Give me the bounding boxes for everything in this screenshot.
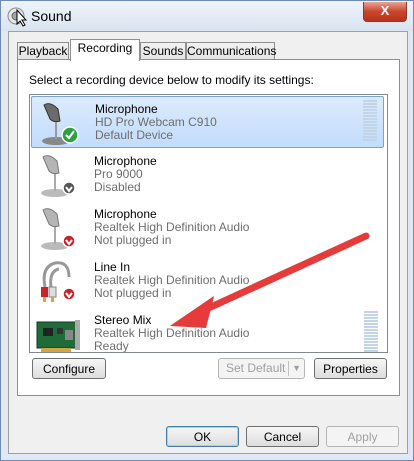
tab-sounds[interactable]: Sounds xyxy=(140,42,186,60)
device-name: Microphone xyxy=(94,154,157,168)
microphone-icon xyxy=(42,103,79,145)
device-item-pro9000-microphone[interactable]: Microphone Pro 9000 Disabled xyxy=(31,149,384,201)
device-description: Realtek High Definition Audio xyxy=(94,273,250,287)
title-bar[interactable]: Sound X xyxy=(1,1,413,31)
device-description: Pro 9000 xyxy=(94,167,143,181)
device-status: Default Device xyxy=(95,128,174,142)
recording-tab-panel: Select a recording device below to modif… xyxy=(17,59,400,396)
device-name: Microphone xyxy=(94,207,157,221)
device-name: Line In xyxy=(94,260,131,274)
device-status: Not plugged in xyxy=(94,286,172,300)
set-default-split-button[interactable]: Set Default ▼ xyxy=(218,358,305,379)
tab-playback[interactable]: Playback xyxy=(17,42,69,60)
dialog-client: Playback Recording Sounds Communications… xyxy=(8,31,408,454)
device-item-stereo-mix[interactable]: Stereo Mix Realtek High Definition Audio… xyxy=(31,308,384,353)
sound-dialog: Sound X Playback Recording Sounds Commun… xyxy=(0,0,414,461)
mouse-cursor-icon xyxy=(16,9,28,27)
device-description: Realtek High Definition Audio xyxy=(94,220,250,234)
line-in-cable-icon xyxy=(41,261,76,302)
device-description: HD Pro Webcam C910 xyxy=(95,115,217,129)
device-name: Microphone xyxy=(95,102,158,116)
sound-card-icon xyxy=(36,320,80,352)
close-icon: X xyxy=(380,3,390,18)
close-button[interactable]: X xyxy=(363,2,407,22)
set-default-label: Set Default xyxy=(226,361,286,375)
microphone-icon xyxy=(41,208,76,250)
device-item-realtek-microphone[interactable]: Microphone Realtek High Definition Audio… xyxy=(31,202,384,254)
chevron-down-icon[interactable]: ▼ xyxy=(292,359,301,378)
configure-button[interactable]: Configure xyxy=(32,358,106,379)
device-status: Ready xyxy=(94,339,129,353)
properties-button[interactable]: Properties xyxy=(314,358,387,379)
window-title: Sound xyxy=(31,8,72,24)
device-item-line-in[interactable]: Line In Realtek High Definition Audio No… xyxy=(31,255,384,307)
device-description: Realtek High Definition Audio xyxy=(94,326,250,340)
device-name: Stereo Mix xyxy=(94,313,152,327)
microphone-icon xyxy=(41,155,76,197)
device-item-webcam-microphone[interactable]: Microphone HD Pro Webcam C910 Default De… xyxy=(31,96,384,148)
tab-recording[interactable]: Recording xyxy=(70,39,140,61)
apply-button[interactable]: Apply xyxy=(326,426,399,447)
ok-button[interactable]: OK xyxy=(166,426,239,447)
tab-communications[interactable]: Communications xyxy=(186,42,276,60)
device-status: Disabled xyxy=(94,180,141,194)
instruction-text: Select a recording device below to modif… xyxy=(29,73,314,87)
device-status: Not plugged in xyxy=(94,233,172,247)
level-meter xyxy=(363,100,377,144)
cancel-button[interactable]: Cancel xyxy=(246,426,319,447)
device-list[interactable]: Microphone HD Pro Webcam C910 Default De… xyxy=(29,94,388,353)
level-meter xyxy=(364,311,378,352)
